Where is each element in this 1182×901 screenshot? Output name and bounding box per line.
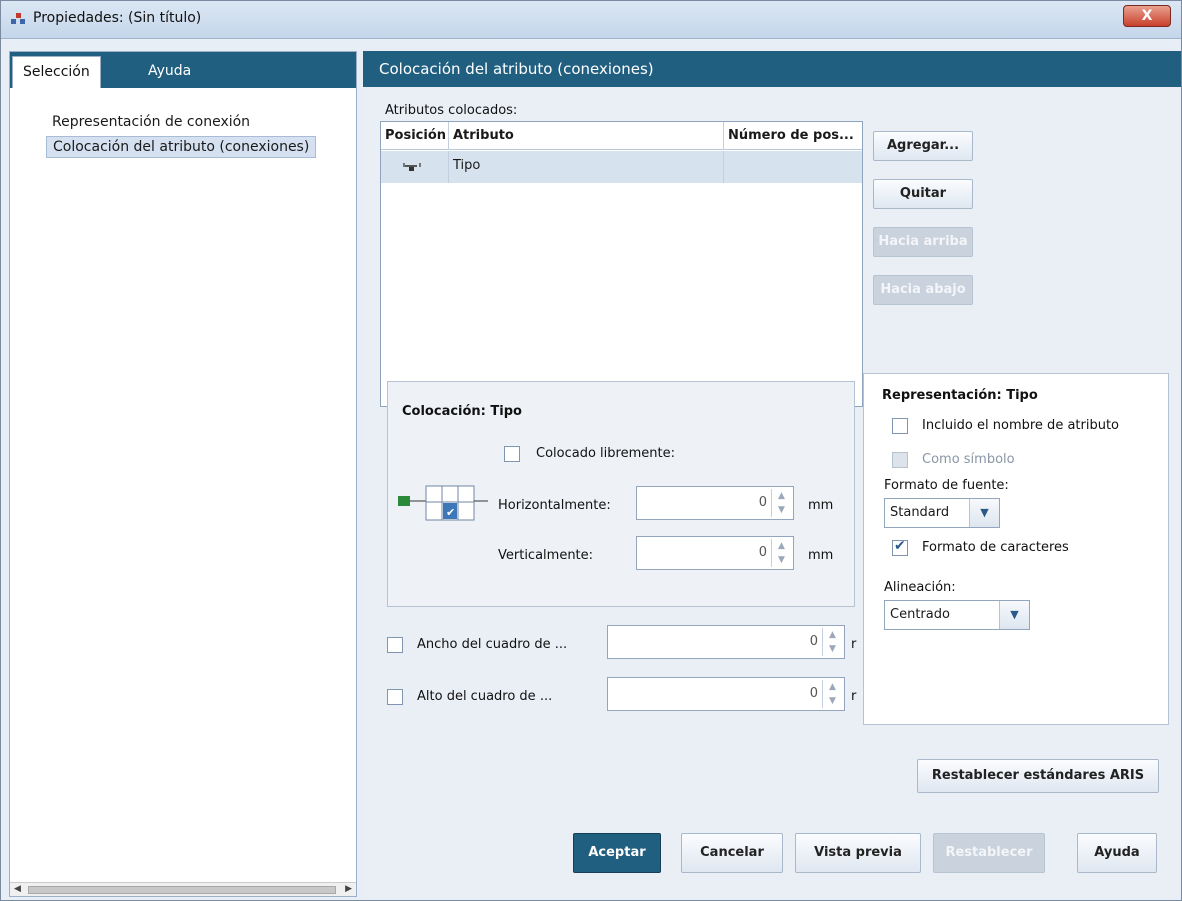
cancel-button[interactable]: Cancelar bbox=[681, 833, 783, 873]
width-checkbox[interactable] bbox=[387, 637, 403, 653]
include-name-checkbox[interactable] bbox=[892, 418, 908, 434]
col-atributo[interactable]: Atributo bbox=[449, 122, 724, 150]
tab-strip: Selección Ayuda bbox=[10, 52, 356, 88]
width-value: 0 bbox=[809, 634, 818, 649]
col-numero-pos[interactable]: Número de pos... bbox=[724, 122, 862, 150]
attributes-table: Posición Atributo Número de pos... Tipo bbox=[380, 121, 863, 407]
properties-dialog: Propiedades: (Sin título) X Selección Ay… bbox=[0, 0, 1182, 901]
chevron-down-icon[interactable]: ▼ bbox=[999, 601, 1029, 629]
height-label: Alto del cuadro de ... bbox=[417, 689, 553, 704]
table-row[interactable]: Tipo bbox=[381, 151, 862, 183]
height-spinner[interactable]: 0 ▲ ▼ bbox=[607, 677, 845, 711]
title-bar: Propiedades: (Sin título) X bbox=[1, 1, 1181, 39]
vertical-unit: mm bbox=[808, 548, 834, 563]
placement-grid-icon: ✔ bbox=[398, 485, 488, 521]
char-format-label: Formato de caracteres bbox=[922, 540, 1069, 555]
move-up-button[interactable]: Hacia arriba bbox=[873, 227, 973, 257]
width-spinner[interactable]: 0 ▲ ▼ bbox=[607, 625, 845, 659]
page-title: Colocación del atributo (conexiones) bbox=[363, 51, 1181, 87]
window-title: Propiedades: (Sin título) bbox=[33, 10, 202, 26]
placement-group: Colocación: Tipo Colocado libremente: ✔ … bbox=[387, 381, 855, 607]
app-icon bbox=[11, 13, 25, 27]
placement-title: Colocación: Tipo bbox=[402, 404, 522, 419]
height-spin-arrows[interactable]: ▲ ▼ bbox=[822, 680, 842, 708]
font-format-value: Standard bbox=[890, 505, 950, 520]
height-checkbox[interactable] bbox=[387, 689, 403, 705]
table-header: Posición Atributo Número de pos... bbox=[381, 122, 862, 150]
alignment-value: Centrado bbox=[890, 607, 950, 622]
col-posicion[interactable]: Posición bbox=[381, 122, 449, 150]
chevron-down-icon[interactable]: ▼ bbox=[969, 499, 999, 527]
navigation-tree: Representación de conexión Colocación de… bbox=[46, 112, 317, 162]
vertical-spinner[interactable]: 0 ▲ ▼ bbox=[636, 536, 794, 570]
horizontal-scrollbar[interactable]: ◀ ▶ bbox=[10, 882, 356, 896]
move-down-button[interactable]: Hacia abajo bbox=[873, 275, 973, 305]
width-label: Ancho del cuadro de ... bbox=[417, 637, 568, 652]
scroll-left-icon[interactable]: ◀ bbox=[14, 884, 21, 894]
horizontal-spinner[interactable]: 0 ▲ ▼ bbox=[636, 486, 794, 520]
reset-aris-button[interactable]: Restablecer estándares ARIS bbox=[917, 759, 1159, 793]
free-placement-checkbox[interactable] bbox=[504, 446, 520, 462]
height-unit: r bbox=[851, 689, 857, 704]
remove-button[interactable]: Quitar bbox=[873, 179, 973, 209]
placed-attributes-label: Atributos colocados: bbox=[385, 103, 518, 118]
tree-item-colocacion[interactable]: Colocación del atributo (conexiones) bbox=[46, 136, 317, 158]
width-unit: r bbox=[851, 637, 857, 652]
vertical-value: 0 bbox=[758, 545, 767, 560]
add-button[interactable]: Agregar... bbox=[873, 131, 973, 161]
representation-title: Representación: Tipo bbox=[882, 388, 1038, 403]
tab-seleccion[interactable]: Selección bbox=[12, 56, 101, 88]
include-name-label: Incluido el nombre de atributo bbox=[922, 418, 1120, 433]
cell-attribute: Tipo bbox=[449, 151, 724, 183]
horizontal-unit: mm bbox=[808, 498, 834, 513]
close-button[interactable]: X bbox=[1123, 5, 1171, 27]
representation-group: Representación: Tipo Incluido el nombre … bbox=[863, 373, 1169, 725]
vertical-label: Verticalmente: bbox=[498, 548, 594, 563]
width-spin-arrows[interactable]: ▲ ▼ bbox=[822, 628, 842, 656]
char-format-checkbox[interactable] bbox=[892, 538, 908, 556]
content-panel: Colocación del atributo (conexiones) Atr… bbox=[363, 51, 1181, 897]
height-value: 0 bbox=[809, 686, 818, 701]
as-symbol-label: Como símbolo bbox=[922, 452, 1015, 467]
as-symbol-checkbox[interactable] bbox=[892, 452, 908, 468]
scroll-right-icon[interactable]: ▶ bbox=[345, 884, 352, 894]
font-format-select[interactable]: Standard ▼ bbox=[884, 498, 1000, 528]
selection-panel: Selección Ayuda Representación de conexi… bbox=[9, 51, 357, 897]
tab-ayuda[interactable]: Ayuda bbox=[138, 56, 201, 88]
horizontal-value: 0 bbox=[758, 495, 767, 510]
tree-item-representacion[interactable]: Representación de conexión bbox=[46, 112, 316, 132]
preview-button[interactable]: Vista previa bbox=[795, 833, 921, 873]
alignment-label: Alineación: bbox=[884, 580, 956, 595]
help-button[interactable]: Ayuda bbox=[1077, 833, 1157, 873]
horizontal-label: Horizontalmente: bbox=[498, 498, 611, 513]
free-placement-label: Colocado libremente: bbox=[536, 446, 675, 461]
reset-button[interactable]: Restablecer bbox=[933, 833, 1045, 873]
vertical-spin-arrows[interactable]: ▲ ▼ bbox=[771, 539, 791, 567]
ok-button[interactable]: Aceptar bbox=[573, 833, 661, 873]
cell-position bbox=[381, 151, 449, 183]
cell-number bbox=[724, 151, 862, 183]
horizontal-spin-arrows[interactable]: ▲ ▼ bbox=[771, 489, 791, 517]
alignment-select[interactable]: Centrado ▼ bbox=[884, 600, 1030, 630]
font-format-label: Formato de fuente: bbox=[884, 478, 1009, 493]
scrollbar-thumb[interactable] bbox=[28, 886, 336, 894]
svg-text:✔: ✔ bbox=[446, 506, 455, 519]
position-icon bbox=[403, 163, 421, 171]
